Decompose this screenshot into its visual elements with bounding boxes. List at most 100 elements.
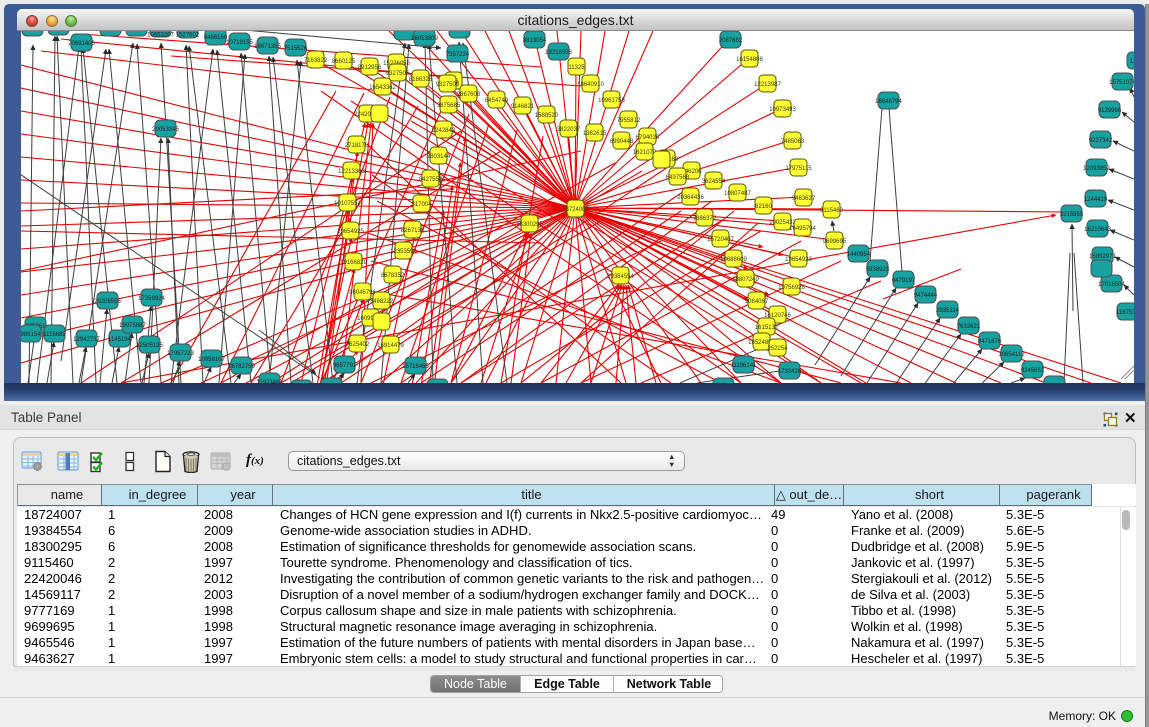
- svg-text:16782759: 16782759: [228, 364, 255, 370]
- svg-text:8912956: 8912956: [358, 65, 382, 71]
- svg-text:8471676: 8471676: [978, 339, 1002, 345]
- svg-text:2803144: 2803144: [427, 154, 451, 160]
- svg-text:7357224: 7357224: [446, 52, 470, 58]
- svg-text:989154: 989154: [21, 332, 41, 338]
- svg-text:18724007: 18724007: [562, 207, 589, 213]
- svg-text:16543362: 16543362: [369, 85, 396, 91]
- svg-text:19654923: 19654923: [785, 257, 812, 263]
- svg-text:9146821: 9146821: [511, 104, 535, 110]
- svg-text:6794028: 6794028: [636, 135, 660, 141]
- svg-text:6497568: 6497568: [666, 175, 690, 181]
- svg-text:16046796: 16046796: [349, 290, 376, 296]
- svg-text:10107554: 10107554: [334, 201, 361, 207]
- svg-text:16053809: 16053809: [411, 36, 438, 42]
- svg-text:19384554: 19384554: [607, 274, 634, 280]
- svg-text:16495794: 16495794: [789, 226, 816, 232]
- svg-text:11125: 11125: [1130, 59, 1134, 65]
- svg-text:16154808: 16154808: [736, 57, 763, 63]
- svg-text:17957223: 17957223: [167, 351, 194, 357]
- svg-text:16914479: 16914479: [377, 343, 404, 349]
- svg-text:6466160: 6466160: [204, 35, 228, 41]
- svg-text:7515526: 7515526: [284, 46, 308, 52]
- svg-text:19975887: 19975887: [119, 323, 146, 329]
- svg-text:19756928: 19756928: [778, 285, 805, 291]
- svg-text:8813054: 8813054: [523, 38, 547, 44]
- svg-text:6479197: 6479197: [892, 278, 916, 284]
- svg-text:2718176: 2718176: [345, 143, 369, 149]
- svg-text:11923468: 11923468: [256, 380, 283, 383]
- svg-text:16210643: 16210643: [1084, 227, 1111, 233]
- svg-text:20206556: 20206556: [94, 299, 121, 305]
- svg-text:1145194: 1145194: [108, 337, 132, 343]
- svg-text:9327505: 9327505: [386, 71, 410, 77]
- svg-text:10807487: 10807487: [724, 191, 751, 197]
- svg-text:20053346: 20053346: [152, 127, 179, 133]
- svg-text:317004: 317004: [411, 202, 432, 208]
- svg-text:2087682: 2087682: [719, 38, 743, 44]
- svg-text:12942737: 12942737: [73, 337, 100, 343]
- svg-text:8990448: 8990448: [610, 139, 634, 145]
- svg-text:10688609: 10688609: [720, 257, 747, 263]
- svg-text:12213363: 12213363: [338, 169, 365, 175]
- svg-text:12093852: 12093852: [1083, 166, 1110, 172]
- svg-text:10958107: 10958107: [198, 357, 225, 363]
- svg-text:8186328: 8186328: [409, 77, 433, 83]
- svg-text:8660125: 8660125: [332, 59, 356, 65]
- svg-text:1362615: 1362615: [583, 131, 607, 137]
- svg-text:9327508: 9327508: [436, 82, 460, 88]
- svg-text:18640910: 18640910: [577, 82, 604, 88]
- svg-text:62160: 62160: [755, 204, 772, 210]
- svg-text:20691406: 20691406: [68, 41, 95, 47]
- svg-text:18300295: 18300295: [516, 222, 543, 228]
- svg-text:9129966: 9129966: [1098, 108, 1122, 114]
- svg-text:7955812: 7955812: [617, 118, 641, 124]
- svg-text:8454749: 8454749: [485, 98, 509, 104]
- svg-text:19654925: 19654925: [337, 229, 364, 235]
- svg-text:10719155: 10719155: [226, 40, 253, 46]
- svg-text:10961758: 10961758: [598, 98, 625, 104]
- svg-text:3822037: 3822037: [557, 127, 581, 133]
- svg-text:1440954: 1440954: [847, 252, 871, 258]
- svg-text:10654112: 10654112: [998, 352, 1025, 358]
- svg-text:1615132: 1615132: [755, 325, 779, 331]
- svg-text:2867608: 2867608: [457, 92, 481, 98]
- svg-text:3215955: 3215955: [1060, 212, 1084, 218]
- svg-text:18807249: 18807249: [732, 277, 759, 283]
- svg-text:7632621: 7632621: [957, 324, 981, 330]
- svg-text:11196141: 11196141: [731, 363, 757, 369]
- svg-text:1167531: 1167531: [1116, 310, 1134, 316]
- svg-text:15716485: 15716485: [402, 364, 429, 370]
- svg-text:9474444: 9474444: [914, 293, 938, 299]
- svg-text:1115689: 1115689: [43, 332, 66, 338]
- svg-text:5938923: 5938923: [866, 267, 890, 273]
- svg-text:19218596: 19218596: [545, 50, 572, 56]
- svg-text:2935114: 2935114: [936, 308, 960, 314]
- svg-text:9245652: 9245652: [1021, 368, 1045, 374]
- svg-text:7886372: 7886372: [693, 216, 717, 222]
- svg-text:10973493: 10973493: [769, 107, 796, 113]
- svg-text:3875685: 3875685: [437, 103, 461, 109]
- svg-text:8427552: 8427552: [419, 177, 443, 183]
- svg-text:1244419: 1244419: [1084, 197, 1108, 203]
- svg-text:20364436: 20364436: [677, 195, 704, 201]
- svg-text:7485063: 7485063: [781, 139, 805, 145]
- svg-text:9463627: 9463627: [792, 196, 816, 202]
- svg-text:9657791: 9657791: [333, 363, 357, 369]
- svg-text:17016504: 17016504: [1098, 282, 1125, 288]
- svg-text:15751074: 15751074: [1109, 80, 1134, 86]
- svg-text:10653267: 10653267: [147, 33, 174, 39]
- svg-text:16648794: 16648794: [875, 99, 902, 105]
- svg-text:7625402: 7625402: [346, 342, 370, 348]
- svg-text:19166829: 19166829: [340, 260, 367, 266]
- svg-text:12353594: 12353594: [390, 249, 417, 255]
- svg-text:12213987: 12213987: [754, 82, 781, 88]
- svg-text:17975115: 17975115: [785, 166, 812, 172]
- svg-text:9084067: 9084067: [745, 299, 769, 305]
- svg-text:7163822: 7163822: [304, 58, 328, 64]
- svg-text:11325: 11325: [568, 65, 585, 71]
- svg-text:1733426: 1733426: [778, 369, 802, 375]
- svg-text:252254: 252254: [767, 346, 788, 352]
- svg-text:8678352: 8678352: [381, 273, 405, 279]
- svg-text:9242843: 9242843: [432, 128, 456, 134]
- svg-text:1588520: 1588520: [535, 113, 559, 119]
